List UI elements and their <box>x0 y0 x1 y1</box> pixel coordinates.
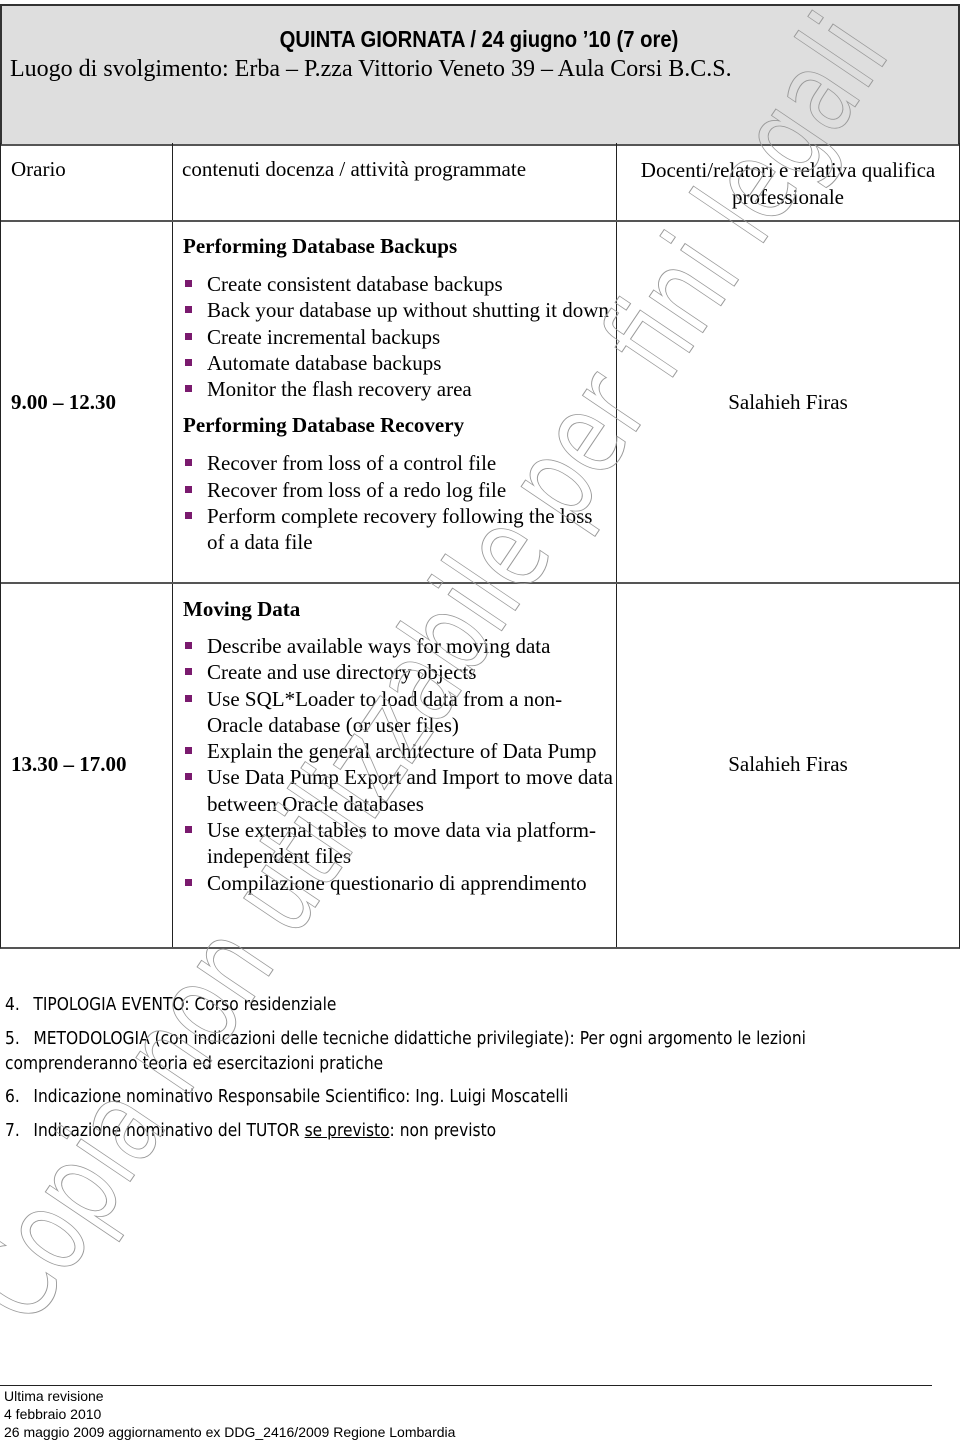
square-bullet-icon <box>185 826 192 834</box>
list-item: Compilazione questionario di apprendimen… <box>183 870 613 896</box>
footer-divider <box>0 1385 932 1386</box>
list-item: Monitor the flash recovery area <box>183 376 613 402</box>
list-item: Recover from loss of a control file <box>183 450 613 476</box>
square-bullet-icon <box>185 694 192 702</box>
list-item: Describe available ways for moving data <box>183 633 613 659</box>
info-item-metodologia: 5. METODOLOGIA (con indicazioni delle tec… <box>5 1028 806 1049</box>
column-header-orario: Orario <box>11 157 66 181</box>
content-morning: Performing Database Backups Create consi… <box>183 233 613 556</box>
list-item: Automate database backups <box>183 350 613 376</box>
footer-revision-date: 4 febbraio 2010 <box>4 1406 102 1422</box>
square-bullet-icon <box>185 642 192 649</box>
square-bullet-icon <box>185 306 192 314</box>
teacher-morning: Salahieh Firas <box>728 390 848 414</box>
square-bullet-icon <box>185 385 192 393</box>
section-title: Performing Database Recovery <box>183 413 465 438</box>
teacher-afternoon: Salahieh Firas <box>728 752 848 776</box>
list-item: Create incremental backups <box>183 324 613 350</box>
footer-revision-label: Ultima revisione <box>4 1388 104 1404</box>
square-bullet-icon <box>185 773 192 781</box>
square-bullet-icon <box>185 878 192 886</box>
square-bullet-icon <box>185 332 192 340</box>
content-afternoon: Moving Data Describe available ways for … <box>183 596 613 896</box>
list-item: Back your database up without shutting i… <box>183 297 613 323</box>
schedule-table: Orario contenuti docenza / attività prog… <box>0 143 960 949</box>
list-item: Use Data Pump Export and Import to move … <box>183 764 613 817</box>
row-divider <box>1 582 959 584</box>
column-header-contenuti: contenuti docenza / attività programmate <box>182 157 527 181</box>
row-divider <box>1 220 959 222</box>
list-item: Recover from loss of a redo log file <box>183 477 613 503</box>
info-item-tutor: 7. Indicazione nominativo del TUTOR se pr… <box>5 1120 497 1141</box>
square-bullet-icon <box>185 280 192 287</box>
topic-list: Recover from loss of a control file Reco… <box>183 450 613 555</box>
square-bullet-icon <box>185 485 192 493</box>
column-divider <box>172 143 173 947</box>
square-bullet-icon <box>185 747 192 755</box>
section-title: Moving Data <box>183 597 301 621</box>
list-item: Create consistent database backups <box>183 271 613 297</box>
list-item: Use SQL*Loader to load data from a non-O… <box>183 686 613 739</box>
info-item-responsabile: 6. Indicazione nominativo Responsabile Sc… <box>5 1086 569 1107</box>
square-bullet-icon <box>185 512 192 520</box>
location-line: Luogo di svolgimento: Erba – P.zza Vitto… <box>10 56 732 82</box>
section-title: Performing Database Backups <box>183 234 458 258</box>
column-divider <box>616 143 617 947</box>
list-item: Use external tables to move data via pla… <box>183 817 613 870</box>
list-item: Explain the general architecture of Data… <box>183 738 613 764</box>
day-title: QUINTA GIORNATA / 24 giugno ’10 (7 ore) <box>279 26 679 52</box>
info-item-metodologia-cont: comprenderanno teoria ed esercitazioni p… <box>5 1053 384 1074</box>
topic-list: Create consistent database backups Back … <box>183 271 613 402</box>
time-slot-afternoon: 13.30 – 17.00 <box>11 752 127 776</box>
footer-update-note: 26 maggio 2009 aggiornamento ex DDG_2416… <box>4 1424 456 1440</box>
square-bullet-icon <box>185 358 192 366</box>
topic-list: Describe available ways for moving data … <box>183 633 613 896</box>
square-bullet-icon <box>185 668 192 676</box>
info-item-tipologia: 4. TIPOLOGIA EVENTO: Corso residenziale <box>5 994 337 1015</box>
column-header-docenti: Docenti/relatori e relativa qualifica pr… <box>640 158 936 209</box>
list-item: Create and use directory objects <box>183 659 613 685</box>
list-item: Perform complete recovery following the … <box>183 503 613 556</box>
time-slot-morning: 9.00 – 12.30 <box>11 390 116 414</box>
square-bullet-icon <box>185 459 192 467</box>
